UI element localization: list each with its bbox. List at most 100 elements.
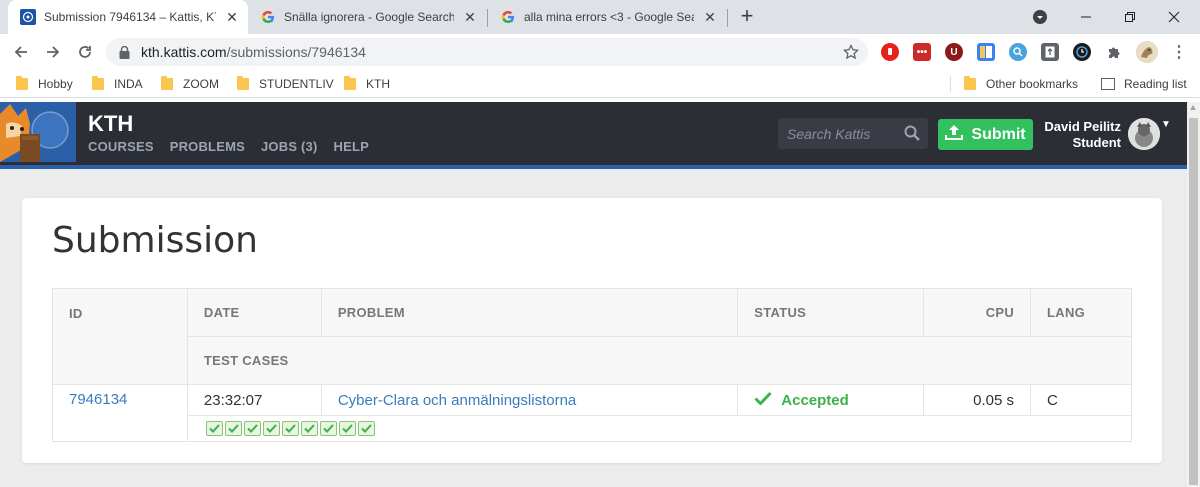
bookmark-label: ZOOM bbox=[183, 77, 219, 91]
google-g-icon bbox=[500, 9, 516, 25]
other-bookmarks[interactable]: Other bookmarks bbox=[964, 76, 1078, 92]
test-case-passed-icon[interactable] bbox=[319, 421, 337, 436]
test-case-passed-icon[interactable] bbox=[338, 421, 356, 436]
language: C bbox=[1030, 384, 1132, 416]
submit-label: Submit bbox=[971, 125, 1026, 143]
upload-extension-icon[interactable] bbox=[1041, 43, 1059, 61]
submit-button[interactable]: Submit bbox=[938, 119, 1033, 150]
reading-list-label: Reading list bbox=[1124, 77, 1187, 91]
folder-icon bbox=[964, 76, 976, 90]
back-arrow-icon[interactable] bbox=[8, 39, 34, 65]
column-header-test-cases: TEST CASES bbox=[186, 336, 1133, 385]
folder-icon bbox=[237, 76, 249, 90]
nav-jobs[interactable]: JOBS (3) bbox=[261, 139, 318, 154]
profile-avatar-icon[interactable] bbox=[1136, 41, 1158, 63]
user-name: David Peilitz bbox=[1044, 119, 1121, 134]
test-case-passed-icon[interactable] bbox=[243, 421, 261, 436]
column-header-id: ID bbox=[52, 288, 188, 385]
search-box bbox=[778, 118, 928, 149]
submission-table: ID DATE PROBLEM STATUS CPU LANG TEST CAS… bbox=[52, 288, 1133, 442]
close-icon[interactable]: ✕ bbox=[224, 9, 240, 25]
column-header-date: DATE bbox=[186, 288, 322, 337]
profile-dropdown-icon[interactable] bbox=[1018, 0, 1062, 34]
site-brand[interactable]: KTH bbox=[88, 111, 133, 137]
close-window-button[interactable] bbox=[1152, 0, 1196, 34]
kattis-mascot-logo[interactable] bbox=[0, 102, 76, 162]
problem-link[interactable]: Cyber-Clara och anmälningslistorna bbox=[338, 392, 576, 409]
folder-icon bbox=[344, 76, 356, 90]
nav-courses[interactable]: COURSES bbox=[88, 139, 154, 154]
url-host: kth.kattis.com bbox=[141, 44, 227, 60]
search-icon[interactable] bbox=[904, 125, 920, 141]
tab-kattis-submission[interactable]: Submission 7946134 – Kattis, KTH ✕ bbox=[8, 0, 248, 34]
bookmarks-bar: Hobby INDA ZOOM STUDENTLIV KTH Other boo… bbox=[0, 70, 1200, 98]
extension-dots-icon[interactable]: ••• bbox=[913, 43, 931, 61]
upload-icon bbox=[945, 124, 964, 145]
column-header-lang: LANG bbox=[1030, 288, 1132, 337]
cpu-time: 0.05 s bbox=[923, 384, 1032, 416]
bookmark-label: INDA bbox=[114, 77, 143, 91]
puzzle-extensions-icon[interactable] bbox=[1105, 43, 1123, 61]
minimize-button[interactable] bbox=[1064, 0, 1108, 34]
submission-id-link[interactable]: 7946134 bbox=[69, 391, 127, 408]
column-header-problem: PROBLEM bbox=[320, 288, 739, 337]
site-nav: COURSES PROBLEMS JOBS (3) HELP bbox=[88, 139, 369, 154]
column-header-cpu: CPU bbox=[923, 288, 1032, 337]
tab-title: Snälla ignorera - Google Search bbox=[284, 10, 454, 24]
bookmark-hobby[interactable]: Hobby bbox=[16, 76, 73, 92]
new-tab-button[interactable]: + bbox=[736, 5, 758, 28]
tab-separator bbox=[727, 9, 728, 27]
test-case-passed-icon[interactable] bbox=[224, 421, 242, 436]
search-extension-icon[interactable] bbox=[1009, 43, 1027, 61]
checkmark-icon bbox=[754, 391, 772, 409]
site-header: KTH COURSES PROBLEMS JOBS (3) HELP Submi… bbox=[0, 102, 1187, 169]
close-icon[interactable]: ✕ bbox=[702, 9, 718, 25]
bookmark-zoom[interactable]: ZOOM bbox=[161, 76, 219, 92]
column-header-status: STATUS bbox=[737, 288, 925, 337]
test-case-passed-icon[interactable] bbox=[357, 421, 375, 436]
scroll-up-arrow-icon[interactable] bbox=[1190, 105, 1196, 110]
adblock-extension-icon[interactable] bbox=[881, 43, 899, 61]
kth-favicon-icon bbox=[20, 9, 36, 25]
extension-grid-icon[interactable] bbox=[977, 43, 995, 61]
close-icon[interactable]: ✕ bbox=[462, 9, 478, 25]
url-text: kth.kattis.com/submissions/7946134 bbox=[141, 44, 366, 60]
tab-google-search-2[interactable]: alla mina errors <3 - Google Search ✕ bbox=[488, 0, 726, 34]
folder-icon bbox=[161, 76, 173, 90]
table-row: 7946134 23:32:07 Cyber-Clara och anmälni… bbox=[52, 384, 1132, 442]
browser-menu-icon[interactable]: ⋮ bbox=[1170, 43, 1188, 61]
ublock-extension-icon[interactable]: U bbox=[945, 43, 963, 61]
scrollbar-thumb[interactable] bbox=[1189, 118, 1198, 485]
nav-help[interactable]: HELP bbox=[334, 139, 369, 154]
avatar[interactable] bbox=[1128, 118, 1160, 150]
test-case-passed-icon[interactable] bbox=[281, 421, 299, 436]
user-role: Student bbox=[1072, 135, 1121, 150]
test-case-passed-icon[interactable] bbox=[300, 421, 318, 436]
reload-icon[interactable] bbox=[72, 39, 98, 65]
google-g-icon bbox=[260, 9, 276, 25]
user-info[interactable]: David Peilitz Student bbox=[1044, 119, 1121, 151]
tab-google-search-1[interactable]: Snälla ignorera - Google Search ✕ bbox=[248, 0, 486, 34]
test-case-list bbox=[205, 421, 1115, 436]
chevron-down-icon[interactable]: ▼ bbox=[1161, 119, 1171, 130]
test-case-passed-icon[interactable] bbox=[205, 421, 223, 436]
page-scrollbar[interactable] bbox=[1187, 102, 1200, 487]
reading-list[interactable]: Reading list bbox=[1101, 76, 1187, 92]
bookmarks-separator bbox=[950, 76, 951, 92]
test-cases-row bbox=[53, 415, 1133, 442]
forward-arrow-icon[interactable] bbox=[40, 39, 66, 65]
bookmark-studentliv[interactable]: STUDENTLIV bbox=[237, 76, 334, 92]
clock-extension-icon[interactable] bbox=[1073, 43, 1091, 61]
bookmark-inda[interactable]: INDA bbox=[92, 76, 143, 92]
bookmark-label: STUDENTLIV bbox=[259, 77, 334, 91]
search-input[interactable] bbox=[778, 118, 898, 149]
address-bar[interactable]: kth.kattis.com/submissions/7946134 bbox=[106, 38, 868, 66]
restore-button[interactable] bbox=[1108, 0, 1152, 34]
bookmark-kth[interactable]: KTH bbox=[344, 76, 390, 92]
bookmark-star-icon[interactable] bbox=[842, 43, 860, 61]
bookmark-label: KTH bbox=[366, 77, 390, 91]
submission-card: Submission ID DATE PROBLEM STATUS CPU LA… bbox=[22, 198, 1162, 463]
nav-problems[interactable]: PROBLEMS bbox=[170, 139, 245, 154]
test-case-passed-icon[interactable] bbox=[262, 421, 280, 436]
lock-icon[interactable] bbox=[119, 45, 131, 59]
